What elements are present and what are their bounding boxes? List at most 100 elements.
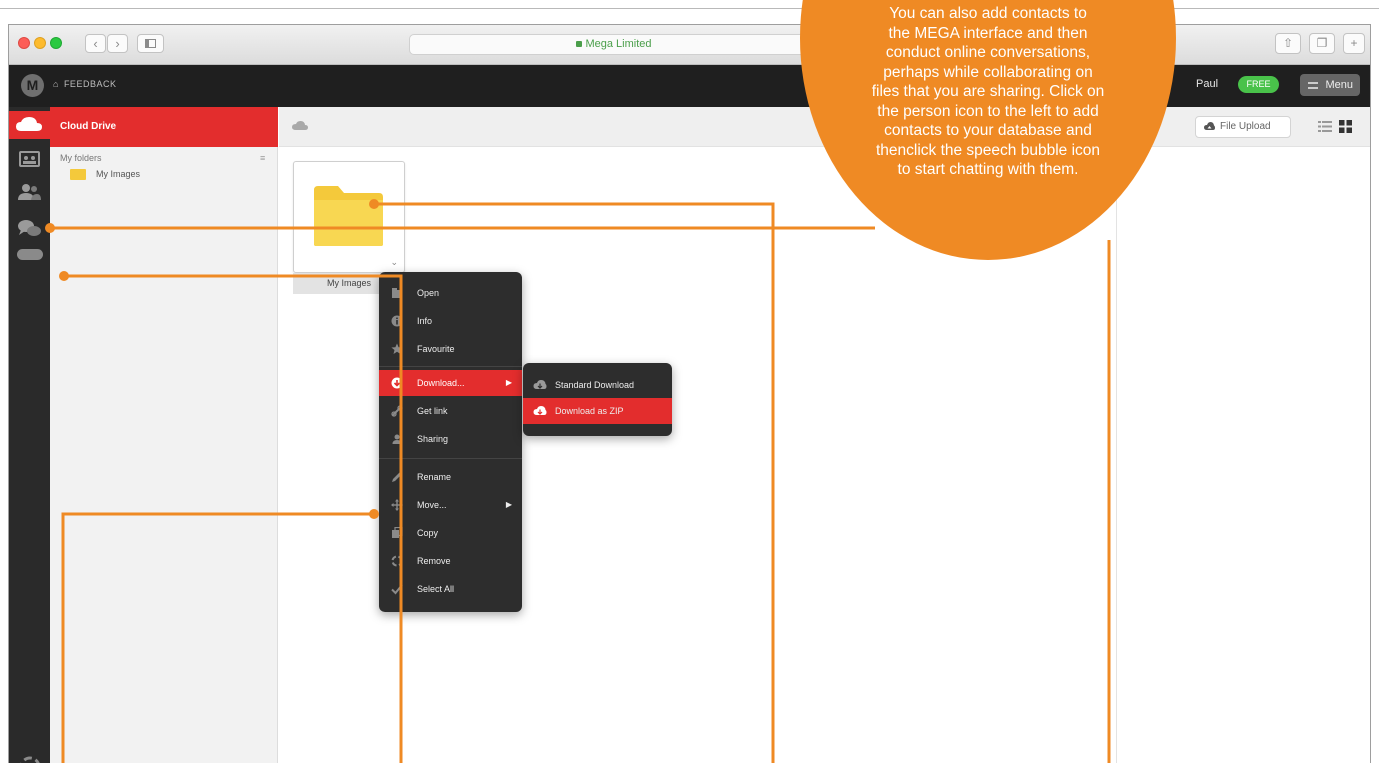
menu-label: Menu: [1325, 79, 1353, 91]
feedback-label: FEEDBACK: [63, 79, 117, 89]
tree-item-label: My Images: [96, 169, 141, 179]
feedback-link[interactable]: ⌂ FEEDBACK: [53, 79, 116, 89]
contacts-icon: [18, 184, 41, 200]
sort-icon[interactable]: ≡: [260, 153, 265, 163]
copy-icon: [392, 527, 403, 538]
menu-item-sharing[interactable]: Sharing: [379, 426, 522, 452]
menu-button[interactable]: Menu: [1300, 74, 1360, 96]
my-folders-label: My folders: [60, 153, 102, 163]
browser-window: ‹ › Mega Limited ⇧ ❐ + M ⌂ FEEDBACK Paul …: [8, 24, 1371, 763]
mega-logo[interactable]: M: [21, 74, 44, 97]
close-window-button[interactable]: [18, 37, 30, 49]
plan-badge[interactable]: FREE: [1238, 76, 1279, 93]
file-upload-label: File Upload: [1220, 121, 1271, 132]
callout-line: to start chatting with them.: [897, 161, 1079, 178]
grid-view-icon[interactable]: [1339, 120, 1352, 133]
menu-item-label: Get link: [417, 406, 448, 416]
open-icon: [392, 288, 402, 298]
pencil-icon: [392, 472, 402, 482]
hamburger-icon: [1308, 82, 1318, 89]
upload-icon: [1204, 122, 1215, 130]
download-submenu: Standard Download Download as ZIP: [523, 363, 672, 436]
rail-cloud-drive[interactable]: [9, 111, 50, 139]
callout-line: perhaps while collaborating on: [883, 63, 1093, 81]
submenu-arrow-icon: ▶: [505, 378, 512, 387]
rail-chat[interactable]: [15, 217, 44, 241]
callout-line: files that you are sharing. Click on: [871, 83, 1105, 100]
chat-icon: [18, 220, 41, 236]
address-bar-text: Mega Limited: [585, 38, 652, 50]
submenu-item-standard-download[interactable]: Standard Download: [523, 372, 672, 398]
submenu-item-label: Download as ZIP: [555, 406, 624, 416]
menu-item-label: Select All: [417, 584, 455, 594]
menu-item-get-link[interactable]: Get link: [379, 398, 522, 424]
callout-line: the person icon to the left to add: [877, 102, 1099, 120]
lock-icon: [576, 41, 583, 47]
forward-button[interactable]: ›: [107, 34, 128, 53]
menu-item-move[interactable]: Move... ▶: [379, 492, 522, 518]
callout-line: You can also add contacts to: [889, 5, 1087, 22]
minimize-window-button[interactable]: [34, 37, 46, 49]
share-icon: [392, 434, 402, 444]
rail-beta[interactable]: [15, 249, 44, 263]
check-icon: [391, 584, 403, 595]
info-icon: [391, 315, 403, 327]
address-bar[interactable]: Mega Limited: [409, 34, 819, 55]
callout-line: the MEGA interface and then: [888, 24, 1088, 42]
file-upload-button[interactable]: File Upload: [1195, 116, 1291, 138]
menu-item-favourite[interactable]: Favourite: [379, 336, 522, 362]
menu-item-label: Copy: [417, 528, 439, 538]
move-icon: [391, 499, 403, 511]
menu-item-label: Favourite: [417, 344, 455, 354]
callout-line: thenclick the speech bubble icon: [875, 141, 1101, 159]
chevron-right-icon: ›: [115, 36, 120, 51]
cloud-drive-header[interactable]: Cloud Drive: [50, 107, 278, 147]
plus-icon: +: [1350, 36, 1358, 50]
tabs-icon: ❐: [1316, 36, 1328, 50]
menu-item-label: Rename: [417, 472, 452, 482]
share-button[interactable]: ⇧: [1275, 33, 1301, 54]
menu-item-label: Download...: [417, 378, 465, 388]
submenu-arrow-icon: ▶: [505, 500, 512, 509]
tabs-button[interactable]: ❐: [1309, 33, 1335, 54]
rail-contacts[interactable]: [15, 180, 44, 204]
beta-icon: [17, 249, 43, 260]
back-button[interactable]: ‹: [85, 34, 106, 53]
submenu-item-label: Standard Download: [555, 380, 635, 390]
menu-item-download[interactable]: Download... ▶: [379, 370, 522, 396]
menu-item-rename[interactable]: Rename: [379, 464, 522, 490]
menu-item-copy[interactable]: Copy: [379, 520, 522, 546]
cloud-drive-icon: [16, 117, 42, 131]
user-name[interactable]: Paul: [1196, 78, 1218, 90]
submenu-item-download-zip[interactable]: Download as ZIP: [523, 398, 672, 424]
list-view-icon[interactable]: [1318, 120, 1332, 133]
folder-tree-panel: Cloud Drive My folders ≡ My Images: [50, 107, 278, 763]
folder-tile-my-images[interactable]: ⌄: [293, 161, 405, 273]
callout-line: conduct online conversations,: [885, 44, 1091, 61]
menu-item-info[interactable]: Info: [379, 308, 522, 334]
sidebar-icon: [145, 39, 156, 48]
menu-item-open[interactable]: Open: [379, 280, 522, 306]
right-panel: File Upload: [1116, 107, 1370, 763]
new-tab-button[interactable]: +: [1343, 33, 1365, 54]
chevron-left-icon: ‹: [93, 36, 98, 51]
zip-download-icon: [533, 406, 547, 415]
folder-icon: [70, 169, 86, 180]
rail-shared-folders[interactable]: [15, 147, 44, 171]
rubbish-bin-icon: [20, 756, 40, 763]
zoom-window-button[interactable]: [50, 37, 62, 49]
home-icon: ⌂: [53, 79, 59, 89]
menu-item-remove[interactable]: Remove: [379, 548, 522, 574]
menu-item-label: Open: [417, 288, 440, 298]
cloud-breadcrumb-icon[interactable]: [291, 119, 309, 133]
more-options-icon[interactable]: ⌄: [390, 257, 398, 268]
menu-item-select-all[interactable]: Select All: [379, 576, 522, 602]
menu-item-label: Move...: [417, 500, 447, 510]
callout-text: You can also add contacts to the MEGA in…: [822, 4, 1154, 180]
menu-separator: [379, 366, 522, 367]
rubbish-bin[interactable]: [19, 756, 41, 763]
menu-item-label: Remove: [417, 556, 451, 566]
star-icon: [391, 343, 403, 354]
shared-folders-icon: [19, 151, 40, 167]
sidebar-toggle-button[interactable]: [137, 34, 164, 53]
